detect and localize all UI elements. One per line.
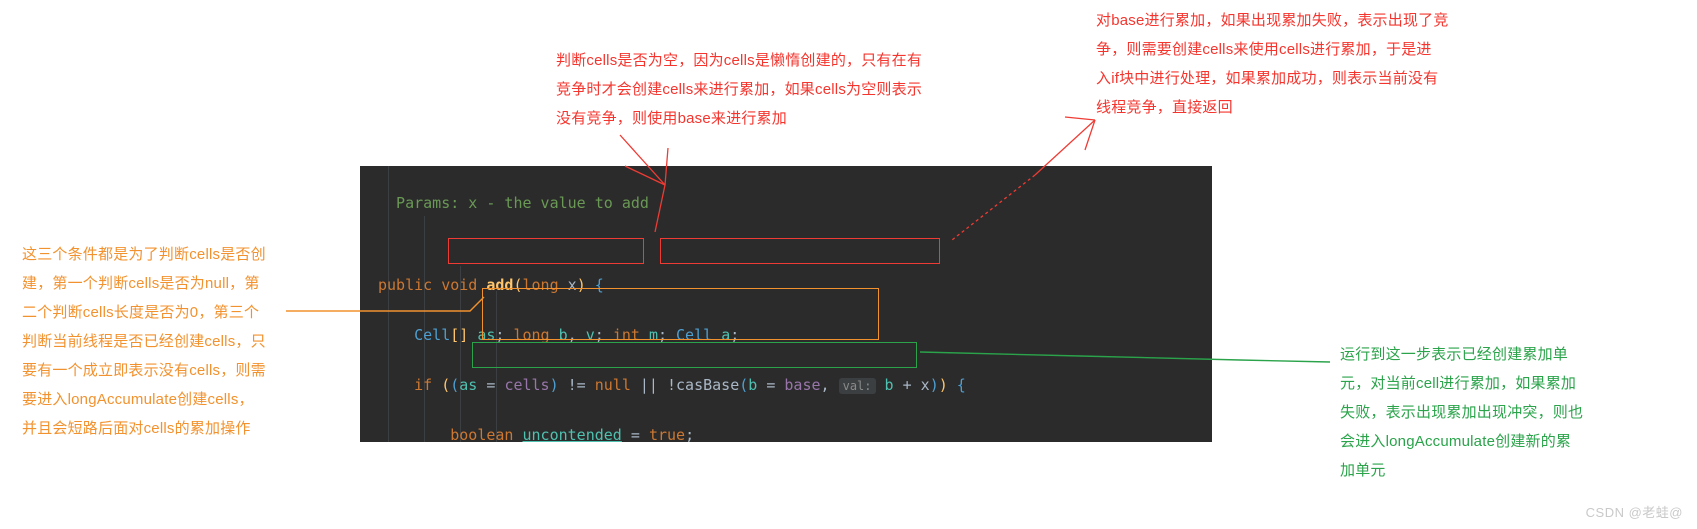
annotation-three-conditions: 这三个条件都是为了判断cells是否创 建，第一个判断cells是否为null，… xyxy=(22,246,266,437)
highlight-casbase-check xyxy=(660,238,940,264)
code-editor-panel[interactable]: Params: x - the value to add public void… xyxy=(360,166,1212,442)
code-line-outer-if: if ((as = cells) != null || !casBase(b =… xyxy=(414,376,966,394)
annotation-cells-null-check: 判断cells是否为空，因为cells是懒惰创建的，只有在有 竞争时才会创建ce… xyxy=(556,52,923,127)
code-line-boolean-decl: boolean uncontended = true; xyxy=(450,426,695,442)
highlight-three-conditions xyxy=(482,288,879,340)
highlight-cells-null-check xyxy=(448,238,644,264)
annotation-casbase: 对base进行累加，如果出现累加失败，表示出现了竞 争，则需要创建cells来使… xyxy=(1096,12,1449,116)
watermark-label: CSDN @老蛙@ xyxy=(1585,505,1683,520)
annotation-cell-cas: 运行到这一步表示已经创建累加单 元，对当前cell进行累加，如果累加 失败，表示… xyxy=(1340,346,1584,479)
highlight-cell-cas xyxy=(472,342,917,368)
code-line-javadoc: Params: x - the value to add xyxy=(378,194,649,209)
